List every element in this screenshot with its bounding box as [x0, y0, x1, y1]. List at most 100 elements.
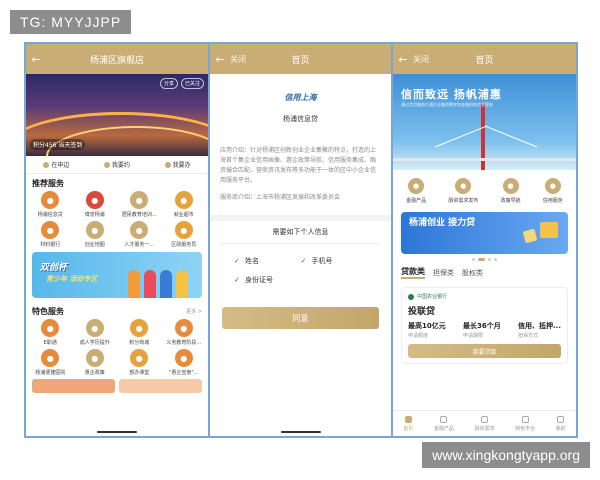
amount-label: 申请额度: [408, 333, 429, 339]
item-label: 居民教育培训...: [121, 212, 157, 218]
gift-box-icon: [540, 222, 558, 238]
relay-loan-banner[interactable]: 杨浦创业 接力贷: [401, 212, 568, 254]
item-label: 就业超市: [173, 212, 194, 218]
app-name: 杨浦信息贷: [283, 115, 318, 123]
service-item[interactable]: ● 惠企政策: [73, 349, 118, 376]
service-item[interactable]: ● 积分商城: [117, 319, 162, 346]
tab-appointment[interactable]: 我要约: [103, 160, 130, 169]
permission-list: ✓ 姓名 ✓ 手机号 ✓ 身份证号: [210, 244, 391, 285]
tabbar-item[interactable]: 首页: [403, 415, 413, 432]
item-label: 部办课堂: [129, 370, 150, 376]
service-item[interactable]: ● 义务教育阶段...: [162, 319, 207, 346]
more-link[interactable]: 更多 >: [186, 308, 202, 315]
service-item[interactable]: ● 政策导航: [501, 178, 521, 204]
back-arrow-icon[interactable]: ←: [26, 53, 46, 66]
item-label: 惠企政策: [84, 370, 105, 376]
product-card[interactable]: 中国农业银行 投联贷 最高10亿元 申请额度 最长36个月 申请期限 信用、抵押..…: [401, 287, 568, 364]
header: ← 关闭 首页: [210, 44, 391, 74]
gift-icon: ●: [85, 191, 104, 209]
item-label: 杨浦便捷医院: [35, 370, 66, 376]
youth-promo-banner[interactable]: 双创杯 青少年 活动专区: [32, 252, 202, 298]
home-indicator: [97, 431, 137, 433]
tab-icon: [521, 415, 529, 423]
phone-flagship-store: ← 杨浦区旗舰店 分享 已关注 积分456 当天签到 在申边 我要约 我要办 推…: [26, 44, 210, 436]
item-label: 创业地图: [84, 242, 105, 248]
share-chip[interactable]: 分享: [159, 78, 178, 89]
service-item[interactable]: ● 就业超市: [162, 191, 207, 218]
school-icon: ●: [174, 319, 193, 337]
box-icon: ●: [41, 221, 60, 239]
checkbox-phone[interactable]: ✓ 手机号: [301, 256, 368, 266]
provider-info: 服务商介绍：上海市杨浦区发展和改革委员会: [220, 194, 341, 201]
divider: [210, 215, 391, 221]
tabbar-item[interactable]: 融资需求: [474, 415, 494, 432]
send-icon: ●: [455, 178, 472, 194]
service-item[interactable]: ● 杨浦便捷医院: [28, 349, 73, 376]
service-item[interactable]: ● 居民教育培训...: [117, 191, 162, 218]
close-button[interactable]: 关闭: [230, 54, 246, 65]
tabbar-item[interactable]: 金融产品: [434, 415, 454, 432]
apply-loan-button[interactable]: 我要贷款: [408, 344, 561, 358]
briefcase-icon: ●: [174, 191, 193, 209]
badge-icon: ●: [174, 221, 193, 239]
promo-tile[interactable]: [119, 379, 202, 393]
back-arrow-icon[interactable]: ←: [393, 53, 413, 66]
checkbox-id[interactable]: ✓ 身份证号: [234, 275, 301, 285]
promo-tile[interactable]: [32, 379, 115, 393]
tab-equity[interactable]: 股权类: [462, 268, 483, 278]
tabbar-item[interactable]: 特色平台: [515, 415, 535, 432]
tabbar-item[interactable]: 我的: [556, 415, 566, 432]
tab-nearby[interactable]: 在申边: [43, 160, 69, 169]
service-item[interactable]: ● 区政服务员: [162, 221, 207, 248]
item-label: 信用服务: [542, 198, 563, 204]
points-badge[interactable]: 积分456 当天签到: [30, 139, 86, 150]
guarantee-label: 担保方式: [518, 333, 539, 339]
calendar-icon: [103, 161, 110, 168]
coin-icon: ●: [41, 191, 60, 209]
section-title: 推荐服务: [32, 179, 64, 188]
credit-shanghai-logo: 信用上海: [284, 93, 317, 102]
tab-icon: [557, 415, 565, 423]
bridge-cable: [484, 125, 538, 148]
item-label: 材料银行: [40, 242, 61, 248]
follow-chip[interactable]: 已关注: [180, 78, 204, 89]
service-item[interactable]: ● 人才服务一...: [117, 221, 162, 248]
tab-icon: [440, 415, 448, 423]
cap-icon: ●: [85, 319, 104, 337]
service-item[interactable]: ● 杨浦信息贷: [28, 191, 73, 218]
bank-name: 中国农业银行: [408, 293, 561, 300]
service-item[interactable]: ● 信用服务: [543, 178, 563, 204]
tg-tag: TG: MYYJJPP: [10, 10, 132, 34]
agree-button[interactable]: 同意: [222, 307, 379, 329]
tab-handle[interactable]: 我要办: [164, 160, 191, 169]
location-icon: [43, 161, 50, 168]
service-grid: ● 杨浦信息贷 ● 博览杨浦 ● 居民教育培训... ● 就业超市 ● 材料银行 ● 创业地图 ● 人才服…: [26, 191, 208, 248]
permission-heading: 需要如下个人信息: [272, 228, 329, 236]
back-arrow-icon[interactable]: ←: [210, 53, 230, 66]
service-item[interactable]: ● 融资需求发布: [448, 178, 478, 204]
close-button[interactable]: 关闭: [413, 54, 429, 65]
service-item[interactable]: ● E职通: [28, 319, 73, 346]
bulb-icon: ●: [41, 319, 60, 337]
promo-subtitle: 青少年 活动专区: [46, 275, 98, 283]
tab-guarantee[interactable]: 担保类: [433, 268, 454, 278]
service-item[interactable]: ● 部办课堂: [117, 349, 162, 376]
service-item[interactable]: ● 成人学历提升: [73, 319, 118, 346]
checkbox-name[interactable]: ✓ 姓名: [234, 256, 301, 266]
kid-figure: [128, 270, 140, 298]
item-label: 杨浦信息贷: [37, 212, 63, 218]
task-icon: [164, 161, 171, 168]
check-icon: ✓: [234, 256, 240, 265]
service-item[interactable]: ● 金融产品: [406, 178, 426, 204]
tab-icon: [404, 415, 412, 423]
tab-loan[interactable]: 贷款类: [401, 266, 425, 279]
service-item[interactable]: ● 博览杨浦: [73, 191, 118, 218]
item-label: 融资需求发布: [448, 198, 479, 204]
bridge-banner: 信而致远 扬帆浦惠 通过信用服务打通企业融资需求和金融机构信息壁垒: [393, 74, 576, 170]
map-icon: ●: [85, 221, 104, 239]
check-icon: ✓: [300, 256, 307, 265]
section-title: 特色服务 更多 >: [32, 307, 202, 316]
service-item[interactable]: ● "惠企宣南"...: [162, 349, 207, 376]
service-item[interactable]: ● 材料银行: [28, 221, 73, 248]
service-item[interactable]: ● 创业地图: [73, 221, 118, 248]
